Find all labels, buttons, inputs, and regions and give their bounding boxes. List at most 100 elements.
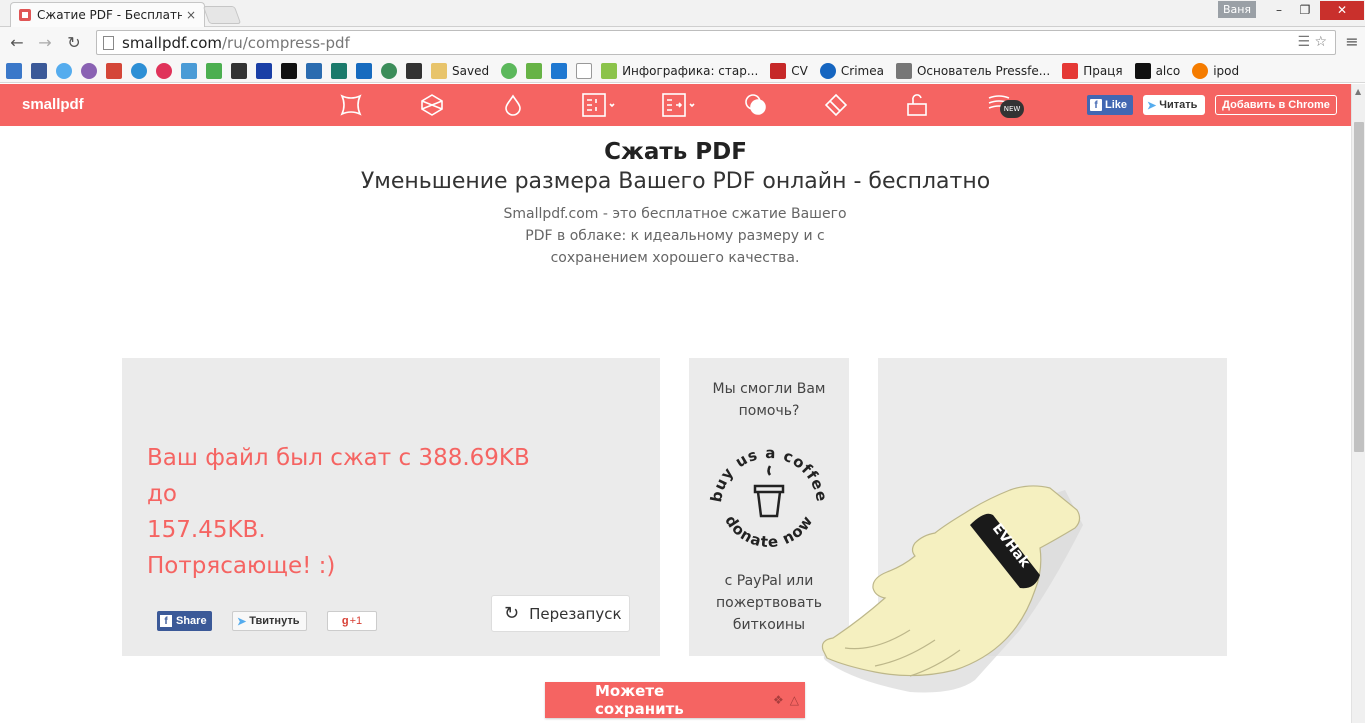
smallpdf-logo[interactable]: smallpdf <box>22 96 84 113</box>
praca-icon <box>1062 62 1079 79</box>
coffee-bottom-text: donate now <box>721 512 816 551</box>
drop-icon[interactable] <box>501 93 525 117</box>
l-bookmark-icon[interactable] <box>256 62 272 79</box>
save-label: Можете сохранить <box>595 682 684 718</box>
page-icon <box>103 35 114 50</box>
facebook-like-button[interactable]: f Like <box>1087 95 1133 115</box>
result-line-1: Ваш файл был сжат с 388.69KB до <box>147 445 530 507</box>
bookmark-cv[interactable]: CV <box>770 62 808 79</box>
page-subtitle: Уменьшение размера Вашего PDF онлайн - б… <box>360 169 991 194</box>
m-bookmark-icon[interactable] <box>356 62 372 79</box>
new-badge: NEW <box>1000 100 1024 118</box>
page-title: Сжать PDF <box>604 139 747 165</box>
frog-bookmark-icon[interactable] <box>501 62 518 79</box>
profile-badge[interactable]: Ваня <box>1218 1 1256 18</box>
crimea-icon <box>819 62 836 79</box>
bookmarks-bar: Saved Инфографика: стар... CV Crimea Осн… <box>0 59 1365 83</box>
e-bookmark-icon[interactable] <box>551 62 568 79</box>
bookmark-infographic[interactable]: Инфографика: стар... <box>601 62 758 79</box>
pointing-hand-icon: EVHak <box>821 485 1083 693</box>
google-plus-icon: g <box>341 615 349 627</box>
gmail-bookmark-icon[interactable] <box>106 62 122 79</box>
new-tab-button[interactable] <box>202 6 242 24</box>
v-icon <box>1134 62 1151 79</box>
buy-coffee-badge[interactable]: buy us a coffee donate now <box>706 436 832 562</box>
browser-tabstrip: Сжатие PDF - Бесплатно × Ваня – ❐ ✕ <box>0 0 1365 27</box>
bookmark-star-icon[interactable]: ☰ ☆ <box>1297 34 1327 50</box>
reload-icon[interactable]: ↻ <box>63 32 85 54</box>
split-icon[interactable] <box>582 93 616 117</box>
flower-bookmark-icon[interactable] <box>131 62 147 79</box>
translate-bookmark-icon[interactable] <box>181 62 197 79</box>
donate-question: Мы смогли Вам помочь? <box>712 381 826 419</box>
result-panel: Ваш файл был сжат с 388.69KB до 157.45KB… <box>122 358 660 656</box>
bars-bookmark-icon[interactable] <box>331 62 347 79</box>
twitter-follow-button[interactable]: ➤ Читать <box>1143 95 1205 115</box>
restart-button[interactable]: ↻ Перезапуск <box>491 595 630 632</box>
svg-text:donate now: donate now <box>721 512 817 551</box>
facebook-icon: f <box>160 615 172 627</box>
minimize-window-button[interactable]: – <box>1266 1 1292 20</box>
mail-bookmark-icon[interactable] <box>526 62 543 79</box>
merge-icon[interactable] <box>662 93 696 117</box>
browser-tab[interactable]: Сжатие PDF - Бесплатно × <box>10 2 205 27</box>
green-bookmark-icon[interactable] <box>206 62 222 79</box>
close-window-button[interactable]: ✕ <box>1320 1 1364 20</box>
rotate-icon[interactable] <box>824 93 848 117</box>
bookmark-praca[interactable]: Праця <box>1062 62 1123 79</box>
tab-close-icon[interactable]: × <box>186 8 196 22</box>
save-button[interactable]: Можете сохранить ❖△ <box>545 682 805 718</box>
bookmark-alco[interactable]: alco <box>1134 62 1180 79</box>
url-path: /ru/compress-pdf <box>222 33 350 52</box>
bookmark-pressfeed[interactable]: Основатель Pressfe... <box>895 62 1050 79</box>
scrollbar-thumb[interactable] <box>1354 122 1364 452</box>
globe-bookmark-icon[interactable] <box>381 62 397 79</box>
bird-bookmark-icon[interactable] <box>306 62 322 79</box>
bookmark-crimea[interactable]: Crimea <box>819 62 884 79</box>
page-scrollbar[interactable]: ▲ <box>1351 84 1365 723</box>
url-host: smallpdf.com <box>122 33 222 52</box>
eagle-bookmark-icon[interactable] <box>406 62 422 79</box>
twitter-bird-icon: ➤ <box>237 615 247 628</box>
leaf-icon <box>601 62 618 79</box>
target-bookmark-icon[interactable] <box>156 62 172 79</box>
page-bookmark-icon[interactable] <box>576 62 593 79</box>
smallpdf-favicon-icon <box>19 9 31 21</box>
tweet-button[interactable]: ➤ Твитнуть <box>232 611 307 631</box>
folder-icon <box>431 62 447 79</box>
facebook-bookmark-icon[interactable] <box>31 62 47 79</box>
bookmark-ipod[interactable]: ipod <box>1192 62 1239 79</box>
toggle-icon[interactable] <box>744 93 768 117</box>
browser-toolbar: ← → ↻ smallpdf.com/ru/compress-pdf ☰ ☆ ≡ <box>0 27 1365 59</box>
address-bar[interactable]: smallpdf.com/ru/compress-pdf ☰ ☆ <box>96 30 1336 55</box>
facebook-share-button[interactable]: f Share <box>157 611 212 631</box>
tab-title: Сжатие PDF - Бесплатно <box>37 8 182 22</box>
result-line-2: 157.45KB. <box>147 517 266 543</box>
add-to-chrome-button[interactable]: Добавить в Chrome <box>1215 95 1337 115</box>
verge-bookmark-icon[interactable] <box>281 62 297 79</box>
maximize-window-button[interactable]: ❐ <box>1292 1 1318 20</box>
scroll-up-arrow-icon[interactable]: ▲ <box>1355 87 1361 96</box>
page-description: Smallpdf.com - это бесплатное сжатие Ваш… <box>503 206 847 266</box>
a-icon <box>1192 62 1209 79</box>
bookmark-saved[interactable]: Saved <box>431 62 489 79</box>
tj-bookmark-icon[interactable] <box>231 62 247 79</box>
restart-icon: ↻ <box>504 603 520 624</box>
facebook-icon: f <box>1090 99 1102 111</box>
chrome-menu-icon[interactable]: ≡ <box>1342 32 1362 54</box>
google-plus-button[interactable]: g +1 <box>327 611 377 631</box>
compression-result: Ваш файл был сжат с 388.69KB до 157.45KB… <box>147 440 547 584</box>
twitter-bookmark-icon[interactable] <box>56 62 72 79</box>
unlock-icon[interactable] <box>905 93 929 117</box>
twitter-bird-icon: ➤ <box>1147 99 1157 112</box>
dropbox-drive-icon[interactable]: ❖△ <box>773 693 805 707</box>
chat-bookmark-icon[interactable] <box>6 62 22 79</box>
coffee-cup-icon <box>753 465 785 518</box>
cv-icon <box>770 62 787 79</box>
convert-icon[interactable] <box>420 93 444 117</box>
compress-icon[interactable] <box>339 93 363 117</box>
forward-arrow-icon[interactable]: → <box>34 32 56 54</box>
bookmark-icon[interactable] <box>81 62 97 79</box>
back-arrow-icon[interactable]: ← <box>6 32 28 54</box>
result-line-3: Потрясающе! :) <box>147 553 336 579</box>
